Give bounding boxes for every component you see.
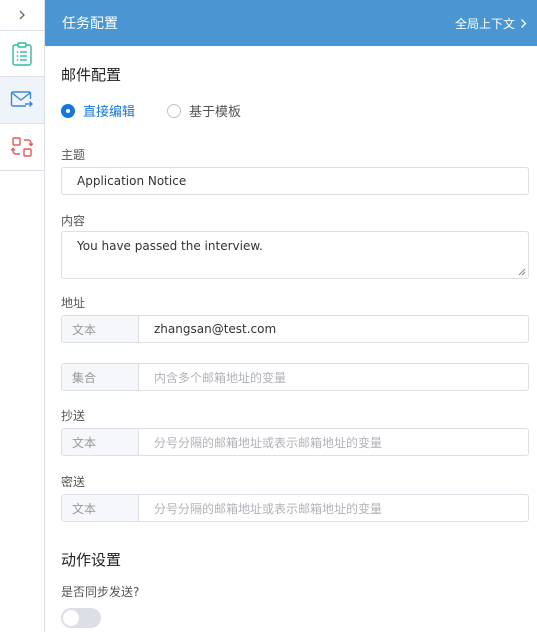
bcc-label: 密送 <box>61 475 86 489</box>
global-context-label: 全局上下文 <box>454 16 515 31</box>
sync-send-label: 是否同步发送? <box>61 585 140 599</box>
radio-template[interactable]: 基于模板 <box>167 101 241 120</box>
cc-input[interactable]: 分号分隔的邮箱地址或表示邮箱地址的变量 <box>139 429 528 455</box>
radio-label: 直接编辑 <box>83 105 136 120</box>
panel-title: 任务配置 <box>62 16 118 32</box>
resize-handle-icon[interactable] <box>518 268 526 276</box>
chevron-right-icon <box>521 18 527 28</box>
mail-forward-icon <box>10 91 33 107</box>
bcc-input-group: 文本 分号分隔的邮箱地址或表示邮箱地址的变量 <box>61 494 529 522</box>
mail-mode-radio-group: 直接编辑 基于模板 <box>61 101 273 120</box>
sync-send-toggle[interactable] <box>61 608 101 628</box>
cc-input-group: 文本 分号分隔的邮箱地址或表示邮箱地址的变量 <box>61 428 529 456</box>
content-value: You have passed the interview. <box>77 239 263 253</box>
cc-type-select[interactable]: 文本 <box>62 429 139 455</box>
cc-label: 抄送 <box>61 409 86 423</box>
checklist-icon <box>12 41 32 66</box>
content-label: 内容 <box>61 214 86 228</box>
rail-item-mail[interactable] <box>0 77 44 124</box>
rail-item-swap[interactable] <box>0 124 44 171</box>
radio-label: 基于模板 <box>189 105 242 120</box>
swap-icon <box>11 137 33 157</box>
task-config-panel: 任务配置 全局上下文 邮件配置 直接编辑 基于模板 主题 Application… <box>45 0 537 632</box>
mail-section-title: 邮件配置 <box>61 66 122 84</box>
action-section-title: 动作设置 <box>61 551 122 569</box>
radio-indicator <box>61 103 75 118</box>
bcc-type-select[interactable]: 文本 <box>62 495 139 521</box>
address-input-group: 文本 zhangsan@test.com <box>61 315 529 343</box>
toggle-knob <box>63 610 79 626</box>
chevron-right-icon <box>19 10 25 20</box>
address-input[interactable]: zhangsan@test.com <box>139 316 528 342</box>
global-context-link[interactable]: 全局上下文 <box>455 15 527 32</box>
content-textarea[interactable]: You have passed the interview. <box>61 231 529 279</box>
collection-input-group: 集合 内含多个邮箱地址的变量 <box>61 363 529 391</box>
address-label: 地址 <box>61 296 86 310</box>
collection-type-select[interactable]: 集合 <box>62 364 139 390</box>
side-rail <box>0 0 45 632</box>
expand-toggle[interactable] <box>0 0 44 30</box>
radio-direct-edit[interactable]: 直接编辑 <box>61 101 135 120</box>
collection-input[interactable]: 内含多个邮箱地址的变量 <box>139 364 528 390</box>
rail-item-tasks[interactable] <box>0 30 44 77</box>
panel-header: 任务配置 全局上下文 <box>45 0 537 46</box>
bcc-input[interactable]: 分号分隔的邮箱地址或表示邮箱地址的变量 <box>139 495 528 521</box>
subject-label: 主题 <box>61 148 86 162</box>
address-type-select[interactable]: 文本 <box>62 316 139 342</box>
subject-value: Application Notice <box>77 174 187 188</box>
subject-input[interactable]: Application Notice <box>61 167 529 195</box>
radio-indicator <box>167 103 182 118</box>
